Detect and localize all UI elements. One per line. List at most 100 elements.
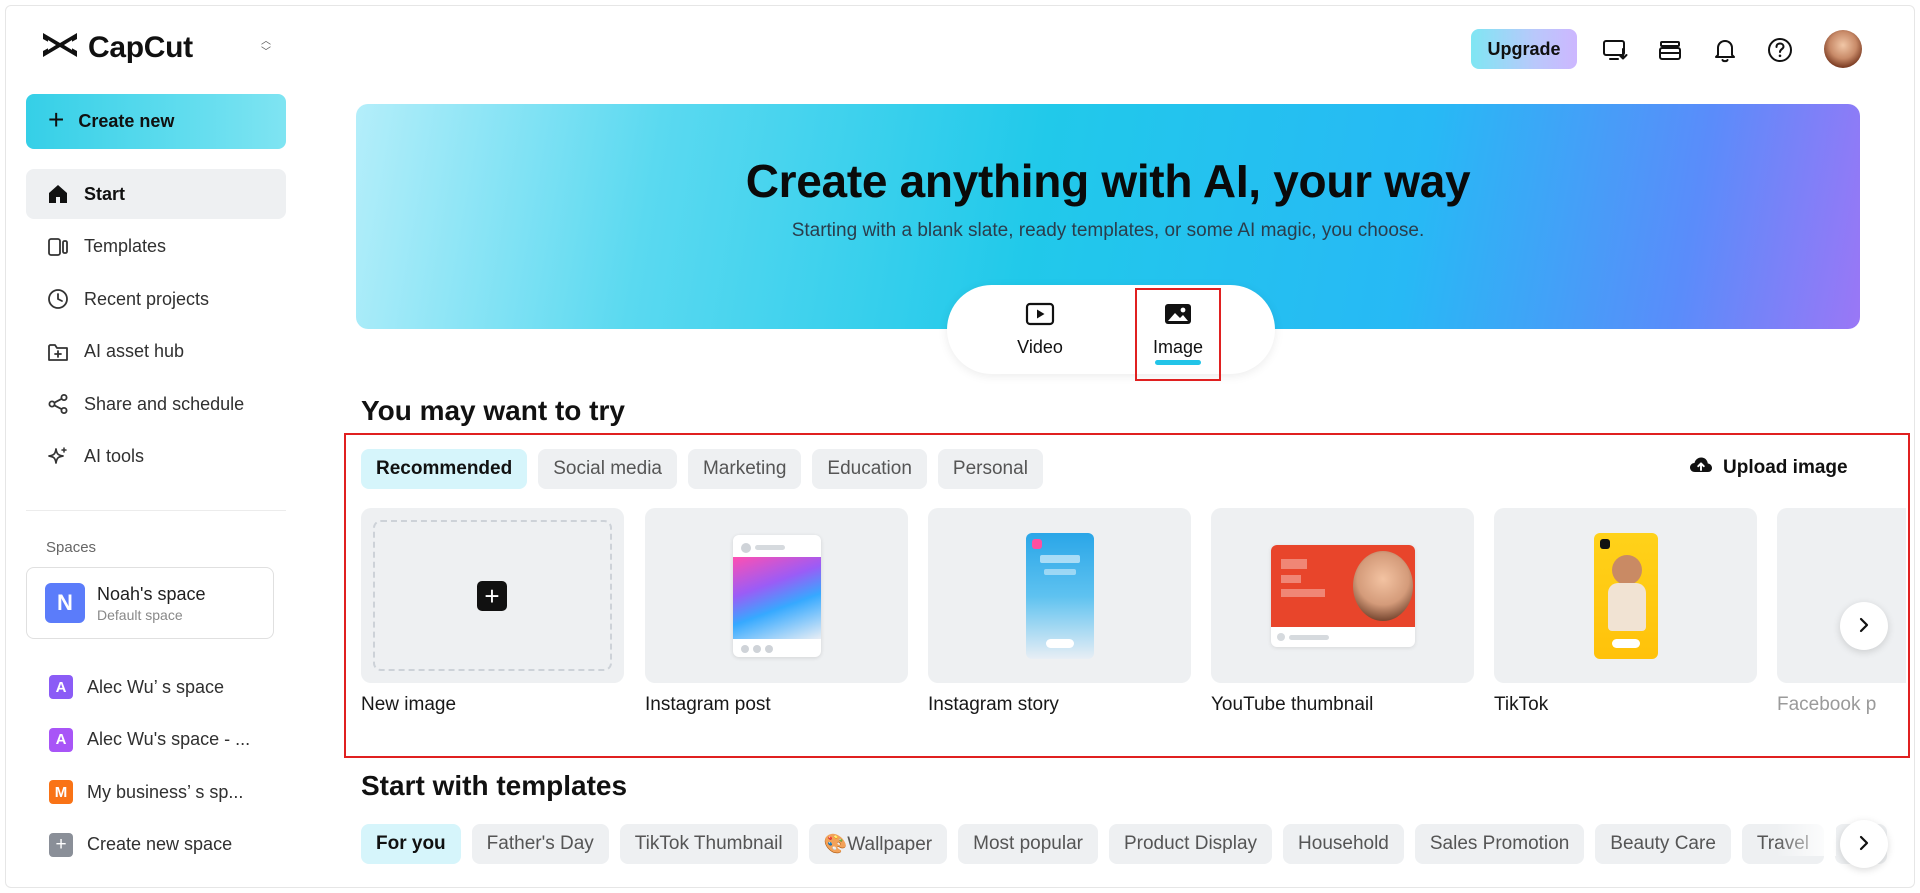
hero-subtitle: Starting with a blank slate, ready templ… <box>791 220 1425 241</box>
create-new-space-label: Create new space <box>87 834 233 855</box>
chip-social-media[interactable]: Social media <box>538 449 677 489</box>
space-avatar: N <box>45 583 85 623</box>
home-icon <box>46 182 70 206</box>
card-instagram-story[interactable]: Instagram story <box>928 508 1191 723</box>
try-next-button[interactable] <box>1840 602 1888 650</box>
video-icon <box>1025 302 1055 331</box>
space-name: My business’ s sp... <box>87 781 244 802</box>
card-new-image[interactable]: + New image <box>361 508 624 723</box>
brand-logo[interactable]: CapCut <box>40 30 193 65</box>
space-avatar: A <box>49 727 73 752</box>
space-avatar: M <box>49 780 73 805</box>
sidebar-divider <box>26 510 286 511</box>
clock-icon <box>46 287 70 311</box>
space-subtitle: Default space <box>97 606 183 623</box>
card-label: YouTube thumbnail <box>1211 694 1374 715</box>
layers-icon[interactable] <box>1654 34 1686 66</box>
tiktok-mockup <box>1594 533 1658 659</box>
sidebar-nav: Start Templates Recent projects AI asset… <box>26 169 286 484</box>
chip-beauty-care[interactable]: Beauty Care <box>1595 824 1731 864</box>
chevron-right-icon <box>1857 831 1871 857</box>
folder-add-icon <box>46 340 70 364</box>
app-window: CapCut ︿ ﹀ + Create new Start Templates R… <box>5 5 1915 888</box>
sidebar-item-ai-tools[interactable]: AI tools <box>26 432 286 482</box>
template-filter-chips: For you Father's Day TikTok Thumbnail 🎨W… <box>361 824 1888 864</box>
current-space-card[interactable]: N Noah's space Default space <box>26 567 274 639</box>
card-label: Facebook p <box>1777 694 1877 715</box>
chip-household[interactable]: Household <box>1283 824 1404 864</box>
card-thumbnail: + <box>361 508 624 683</box>
card-thumbnail <box>645 508 908 683</box>
chip-personal[interactable]: Personal <box>937 449 1043 489</box>
sidebar-item-ai-asset-hub[interactable]: AI asset hub <box>26 327 286 377</box>
chips-fade <box>1776 816 1836 856</box>
space-item[interactable]: A Alec Wu’ s space <box>26 661 286 714</box>
plus-icon: + <box>49 832 73 857</box>
tab-label: Video <box>1017 336 1063 357</box>
create-new-label: Create new <box>78 111 175 131</box>
plus-icon: + <box>477 581 507 611</box>
tab-image[interactable]: Image <box>1119 285 1237 374</box>
space-name: Alec Wu’ s space <box>87 676 225 697</box>
card-tiktok[interactable]: TikTok <box>1494 508 1757 723</box>
help-icon[interactable] <box>1764 34 1796 66</box>
chip-education[interactable]: Education <box>812 449 927 489</box>
card-label: Instagram post <box>645 694 771 715</box>
sidebar-item-label: Recent projects <box>84 288 210 309</box>
try-cards: + New image Instagram post Instagram sto… <box>361 508 1906 723</box>
cloud-upload-icon <box>1689 455 1713 481</box>
chip-tiktok-thumbnail[interactable]: TikTok Thumbnail <box>619 824 798 864</box>
sidebar-item-recent-projects[interactable]: Recent projects <box>26 274 286 324</box>
sidebar-item-share-and-schedule[interactable]: Share and schedule <box>26 379 286 429</box>
card-instagram-post[interactable]: Instagram post <box>645 508 908 723</box>
tab-label: Image <box>1152 336 1204 357</box>
create-new-button[interactable]: + Create new <box>26 94 286 149</box>
mode-switcher: Video Image <box>947 285 1275 374</box>
card-thumbnail <box>1777 508 1906 683</box>
plus-icon: + <box>48 104 65 135</box>
chip-most-popular[interactable]: Most popular <box>958 824 1098 864</box>
try-filter-chips: Recommended Social media Marketing Educa… <box>361 449 1043 489</box>
space-list: A Alec Wu’ s space A Alec Wu's space - .… <box>26 661 286 871</box>
post-mockup <box>733 535 821 657</box>
share-icon <box>46 392 70 416</box>
chip-wallpaper[interactable]: 🎨Wallpaper <box>808 824 948 864</box>
chip-for-you[interactable]: For you <box>361 824 461 864</box>
sidebar-item-label: Share and schedule <box>84 393 245 414</box>
upgrade-button[interactable]: Upgrade <box>1471 29 1577 69</box>
tab-video[interactable]: Video <box>981 285 1099 374</box>
sparkle-icon <box>46 445 70 469</box>
space-item[interactable]: M My business’ s sp... <box>26 766 286 819</box>
chip-recommended[interactable]: Recommended <box>361 449 528 489</box>
active-tab-indicator <box>1155 360 1201 365</box>
chip-fathers-day[interactable]: Father's Day <box>471 824 609 864</box>
chip-marketing[interactable]: Marketing <box>687 449 802 489</box>
desktop-download-icon[interactable] <box>1599 34 1631 66</box>
bell-icon[interactable] <box>1709 34 1741 66</box>
space-name: Noah's space <box>97 583 206 604</box>
sidebar-item-templates[interactable]: Templates <box>26 222 286 272</box>
card-thumbnail <box>1211 508 1474 683</box>
sidebar: CapCut ︿ ﹀ + Create new Start Templates R… <box>6 6 306 887</box>
create-new-space-button[interactable]: + Create new space <box>26 819 286 872</box>
spaces-heading: Spaces <box>46 539 97 556</box>
youtube-mockup <box>1271 545 1415 647</box>
sidebar-item-start[interactable]: Start <box>26 169 286 219</box>
card-thumbnail <box>928 508 1191 683</box>
sidebar-item-label: Start <box>84 183 126 204</box>
upload-image-button[interactable]: Upload image <box>1689 455 1848 481</box>
card-youtube-thumbnail[interactable]: YouTube thumbnail <box>1211 508 1474 723</box>
card-label: New image <box>361 694 457 715</box>
card-label: TikTok <box>1494 694 1549 715</box>
space-name: Alec Wu's space - ... <box>87 729 251 750</box>
space-avatar: A <box>49 675 73 700</box>
chip-product-display[interactable]: Product Display <box>1108 824 1273 864</box>
capcut-logo-icon <box>40 30 80 65</box>
user-avatar[interactable] <box>1824 30 1862 68</box>
workspace-switch-icon[interactable]: ︿ ﹀ <box>258 36 274 58</box>
chevron-right-icon <box>1857 613 1871 639</box>
sidebar-item-label: AI asset hub <box>84 341 185 361</box>
chip-sales-promotion[interactable]: Sales Promotion <box>1414 824 1585 864</box>
templates-next-button[interactable] <box>1840 820 1888 868</box>
space-item[interactable]: A Alec Wu's space - ... <box>26 714 286 767</box>
